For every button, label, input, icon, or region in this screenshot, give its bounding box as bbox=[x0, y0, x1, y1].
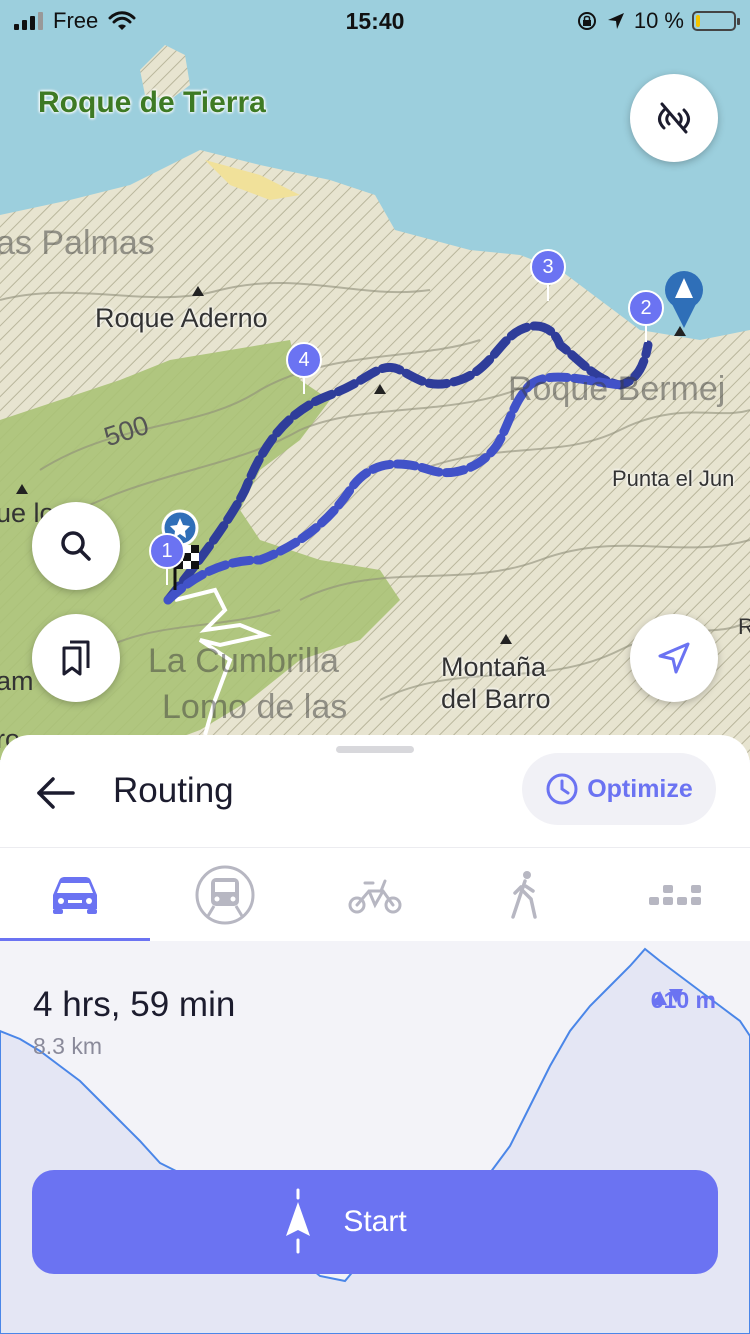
back-arrow-icon bbox=[37, 777, 75, 809]
clock-icon bbox=[546, 773, 578, 805]
waypoint-number: 4 bbox=[286, 342, 322, 378]
offline-toggle-button[interactable] bbox=[630, 74, 718, 162]
walk-icon bbox=[511, 871, 537, 919]
ascent-descent-icon bbox=[652, 989, 683, 1005]
bike-icon bbox=[348, 879, 402, 914]
map-label-roque-de-tierra: Roque de Tierra bbox=[38, 86, 266, 119]
battery-icon bbox=[692, 11, 740, 31]
map-label-la-cumbrilla: La Cumbrilla bbox=[148, 642, 339, 680]
route-duration: 4 hrs, 59 min bbox=[33, 985, 236, 1024]
tab-transit[interactable] bbox=[150, 848, 300, 942]
sheet-title: Routing bbox=[113, 771, 234, 810]
no-signal-icon bbox=[658, 102, 690, 134]
tab-car[interactable] bbox=[0, 848, 150, 942]
map-label-montana: Montaña bbox=[441, 652, 547, 682]
map-label-punta-el-jun: Punta el Jun bbox=[612, 466, 735, 491]
transport-mode-tabs bbox=[0, 847, 750, 942]
tab-more[interactable] bbox=[600, 848, 750, 942]
elevation-summary: 610 m bbox=[651, 987, 716, 1014]
map-label-lomo-de-las: Lomo de las bbox=[162, 688, 348, 726]
waypoint-pin-3[interactable]: 3 bbox=[530, 249, 566, 301]
map-label-las-palmas: as Palmas bbox=[0, 224, 155, 262]
sheet-grabber[interactable] bbox=[336, 746, 414, 753]
tab-bike[interactable] bbox=[300, 848, 450, 942]
navigation-icon bbox=[286, 1188, 310, 1254]
bookmarks-button[interactable] bbox=[32, 614, 120, 702]
route-distance: 8.3 km bbox=[33, 1033, 103, 1059]
start-button[interactable]: Start bbox=[32, 1170, 718, 1274]
map-label-roque-bermejo: Roque Bermej bbox=[508, 370, 726, 408]
waypoint-pin-1[interactable]: 1 bbox=[149, 533, 185, 585]
routing-sheet: Routing Optimize 4 hrs, 59 min 8.3 km 61… bbox=[0, 735, 750, 1334]
map-label-del-barro: del Barro bbox=[441, 684, 551, 714]
battery-percent: 10 % bbox=[633, 8, 684, 33]
map-label-edge-left-2: am bbox=[0, 666, 34, 696]
map-label-roque-aderno: Roque Aderno bbox=[95, 303, 268, 333]
transit-icon bbox=[195, 865, 255, 925]
route-summary: 4 hrs, 59 min 8.3 km 610 m Start bbox=[0, 941, 750, 1334]
waypoint-number: 2 bbox=[628, 290, 664, 326]
map-label-edge-right: R bbox=[738, 614, 750, 639]
back-button[interactable] bbox=[28, 765, 84, 821]
battery-level bbox=[696, 15, 700, 27]
map-view[interactable]: Roque de Tierra as Palmas Roque Aderno R… bbox=[0, 0, 750, 760]
optimize-button[interactable]: Optimize bbox=[522, 753, 716, 825]
optimize-label: Optimize bbox=[587, 774, 693, 803]
search-icon bbox=[61, 531, 91, 561]
my-location-button[interactable] bbox=[630, 614, 718, 702]
start-label: Start bbox=[343, 1205, 407, 1238]
location-arrow-icon bbox=[658, 642, 690, 674]
tab-walk[interactable] bbox=[450, 848, 600, 942]
car-icon bbox=[53, 877, 97, 914]
more-modes-icon bbox=[649, 885, 701, 905]
rotation-lock-icon bbox=[577, 12, 596, 30]
waypoint-number: 3 bbox=[530, 249, 566, 285]
location-services-icon bbox=[607, 13, 624, 29]
status-bar: Free 15:40 10 % bbox=[0, 0, 750, 40]
waypoint-pin-4[interactable]: 4 bbox=[286, 342, 322, 394]
search-button[interactable] bbox=[32, 502, 120, 590]
bookmarks-icon bbox=[62, 640, 90, 676]
waypoint-pin-2[interactable]: 2 bbox=[628, 290, 664, 342]
waypoint-number: 1 bbox=[149, 533, 185, 569]
